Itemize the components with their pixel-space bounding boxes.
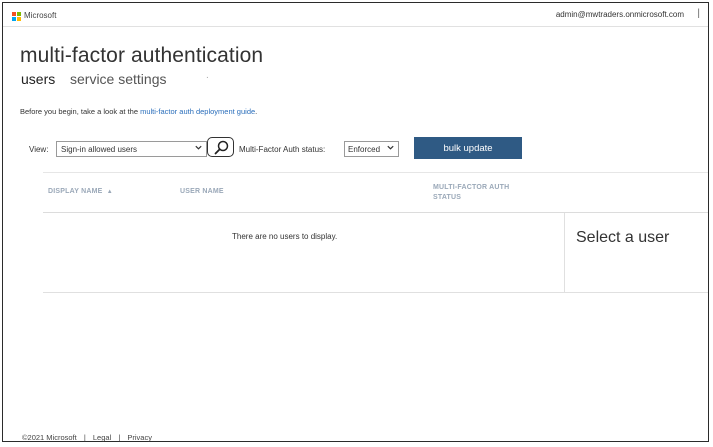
mfa-status-dropdown[interactable]: Enforced: [344, 141, 399, 157]
brand-name: Microsoft: [24, 11, 57, 20]
decorative-dot: .: [206, 70, 209, 81]
footer-separator: |: [118, 433, 121, 442]
footer: ©2021 Microsoft | Legal | Privacy: [22, 433, 152, 442]
search-icon: [214, 140, 229, 155]
mfa-status-label: Multi-Factor Auth status:: [239, 145, 326, 154]
copyright: ©2021 Microsoft: [22, 433, 77, 442]
view-label: View:: [29, 145, 49, 154]
tab-service-settings[interactable]: service settings: [70, 71, 166, 87]
bulk-update-button[interactable]: bulk update: [414, 137, 522, 159]
view-dropdown[interactable]: Sign-in allowed users: [56, 141, 207, 157]
page-title: multi-factor authentication: [20, 44, 264, 67]
sort-ascending-icon: ▲: [106, 189, 113, 195]
column-header-display-name[interactable]: DISPLAY NAME ▲: [48, 188, 113, 195]
table-header-divider: [43, 212, 708, 213]
footer-separator: |: [83, 433, 86, 442]
deployment-guide-link[interactable]: multi-factor auth deployment guide: [140, 107, 255, 116]
column-header-label: DISPLAY NAME: [48, 188, 103, 195]
mfa-status-dropdown-value: Enforced: [348, 145, 381, 154]
microsoft-logo-icon: [12, 12, 21, 21]
table-top-divider: [43, 172, 708, 173]
app-window: Microsoft admin@mwtraders.onmicrosoft.co…: [2, 2, 709, 442]
empty-table-message: There are no users to display.: [232, 232, 338, 241]
view-dropdown-value: Sign-in allowed users: [61, 145, 138, 154]
account-email[interactable]: admin@mwtraders.onmicrosoft.com: [556, 10, 684, 19]
detail-pane-placeholder: Select a user: [576, 229, 670, 246]
intro-prefix: Before you begin, take a look at the: [20, 107, 141, 116]
intro-text: Before you begin, take a look at the mul…: [20, 107, 257, 116]
privacy-link[interactable]: Privacy: [127, 433, 152, 442]
search-button[interactable]: [207, 137, 234, 157]
chevron-down-icon: [386, 143, 395, 154]
column-header-user-name[interactable]: USER NAME: [180, 188, 224, 195]
top-bar: Microsoft admin@mwtraders.onmicrosoft.co…: [3, 3, 708, 27]
legal-link[interactable]: Legal: [93, 433, 111, 442]
topbar-separator: |: [697, 8, 700, 19]
detail-pane-separator: [564, 213, 565, 292]
tab-users[interactable]: users: [21, 71, 55, 87]
chevron-down-icon: [194, 143, 203, 154]
column-header-mfa-status[interactable]: MULTI-FACTOR AUTH STATUS: [433, 183, 533, 203]
intro-suffix: .: [255, 107, 258, 116]
table-bottom-divider: [43, 292, 708, 293]
